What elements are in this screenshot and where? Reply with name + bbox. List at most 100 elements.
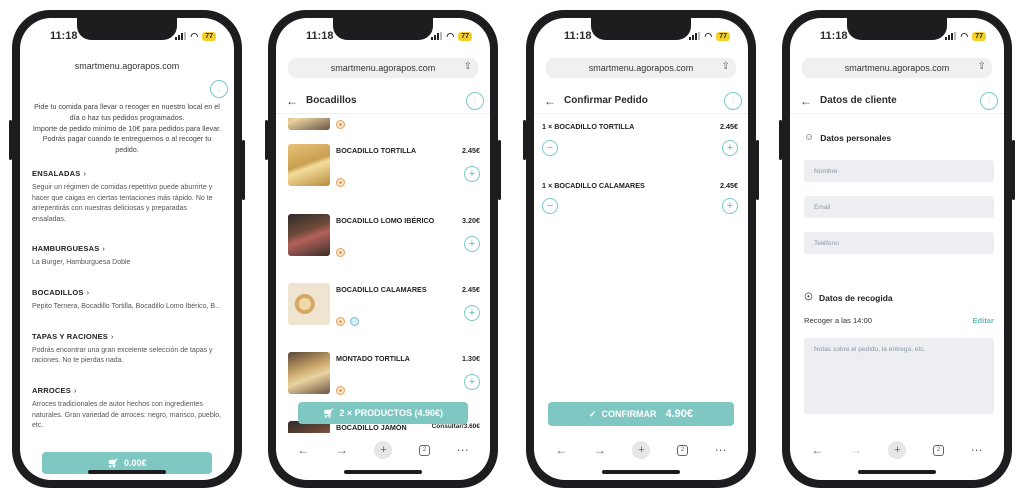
- allergen-icon: ●: [336, 386, 345, 395]
- signal-icon: [945, 32, 957, 40]
- add-icon[interactable]: +: [464, 374, 480, 390]
- location-pin-icon: ☉: [804, 292, 813, 303]
- category-desc: Arroces tradicionales de autor hechos co…: [32, 401, 222, 430]
- product-image: [288, 118, 330, 130]
- new-tab-icon[interactable]: +: [888, 441, 907, 459]
- allergen-icon: ●: [336, 120, 345, 129]
- filter-icon[interactable]: ⫶: [724, 92, 742, 110]
- screen: 11:18 ◠ 77 smartmenu.agorapos.com ⇪ ← Da…: [790, 18, 1004, 480]
- tabs-icon[interactable]: 2: [419, 444, 431, 456]
- wifi-icon: ◠: [190, 30, 199, 41]
- browser-toolbar: ← → + 2 ⋯: [790, 438, 1004, 462]
- home-indicator: [344, 470, 422, 474]
- add-icon[interactable]: +: [464, 236, 480, 252]
- back-icon[interactable]: ←: [555, 443, 567, 457]
- share-icon[interactable]: ⇪: [978, 61, 986, 72]
- add-icon[interactable]: +: [464, 305, 480, 321]
- back-arrow-icon[interactable]: ←: [544, 94, 556, 108]
- address-bar[interactable]: smartmenu.agorapos.com ⇪: [546, 58, 736, 78]
- wifi-icon: ◠: [704, 30, 713, 41]
- phone-field[interactable]: Teléfono: [804, 232, 994, 254]
- filter-icon[interactable]: ⫶: [466, 92, 484, 110]
- allergen-fish-icon: [350, 317, 359, 326]
- tabs-icon[interactable]: 2: [677, 444, 689, 456]
- home-indicator: [602, 470, 680, 474]
- category-hamburguesas[interactable]: HAMBURGUESAS › La Burger, Hamburguesa Dob…: [20, 243, 234, 269]
- home-indicator: [88, 470, 166, 474]
- category-desc: Pepito Ternera, Bocadillo Tortilla, Boca…: [32, 303, 221, 311]
- notch: [333, 18, 433, 40]
- product-name: BOCADILLO JAMÓN: [336, 423, 407, 432]
- plus-icon[interactable]: +: [722, 198, 738, 214]
- order-line-label: 1 × BOCADILLO TORTILLA: [542, 122, 635, 131]
- more-icon[interactable]: ⋯: [971, 443, 983, 457]
- minus-icon[interactable]: −: [542, 140, 558, 156]
- email-field[interactable]: Email: [804, 196, 994, 218]
- forward-icon[interactable]: →: [594, 443, 606, 457]
- minus-icon[interactable]: −: [542, 198, 558, 214]
- menu-content: Pide tu comida para llevar o recoger en …: [20, 102, 234, 432]
- category-arroces[interactable]: ARROCES › Arroces tradicionales de autor …: [20, 385, 234, 432]
- chevron-right-icon: ›: [102, 244, 106, 254]
- new-tab-icon[interactable]: +: [632, 441, 651, 459]
- product-item[interactable]: BOCADILLO TORTILLA 2.45€ ● +: [288, 144, 480, 204]
- url-text: smartmenu.agorapos.com: [844, 63, 950, 73]
- tabs-icon[interactable]: 2: [933, 444, 945, 456]
- page-title: Bocadillos: [306, 95, 357, 106]
- status-time: 11:18: [306, 30, 334, 42]
- cart-icon: 🛒︎: [322, 407, 335, 418]
- name-field[interactable]: Nombre: [804, 160, 994, 182]
- product-image: [288, 144, 330, 186]
- more-icon[interactable]: ⋯: [457, 443, 469, 457]
- more-icon[interactable]: ⋯: [715, 443, 727, 457]
- category-desc: La Burger, Hamburguesa Doble: [32, 259, 131, 267]
- new-tab-icon[interactable]: +: [374, 441, 393, 459]
- address-bar[interactable]: smartmenu.agorapos.com ⇪: [288, 58, 478, 78]
- browser-toolbar: ← → + 2 ⋯: [276, 438, 490, 462]
- share-icon[interactable]: ⇪: [722, 61, 730, 72]
- order-line: 1 × BOCADILLO TORTILLA 2.45€: [542, 122, 738, 131]
- wifi-icon: ◠: [446, 30, 455, 41]
- category-ensaladas[interactable]: ENSALADAS › Seguir un régimen de comidas …: [20, 168, 234, 225]
- product-item[interactable]: BOCADILLO CALAMARES 2.45€ ● +: [288, 283, 480, 343]
- notes-textarea[interactable]: Notas sobre el pedido, la entrega, etc.: [804, 338, 994, 414]
- notch: [591, 18, 691, 40]
- category-desc: Seguir un régimen de comidas repetitivo …: [32, 184, 213, 223]
- confirm-button[interactable]: ✓ CONFIRMAR 4.90€: [548, 402, 734, 426]
- url-text: smartmenu.agorapos.com: [330, 63, 436, 73]
- back-arrow-icon[interactable]: ←: [286, 94, 298, 108]
- product-item-partial: ●: [288, 118, 480, 130]
- back-icon[interactable]: ←: [297, 443, 309, 457]
- page-title: Confirmar Pedido: [564, 95, 648, 106]
- address-bar[interactable]: smartmenu.agorapos.com ⇪: [802, 58, 992, 78]
- cart-summary: 2 × PRODUCTOS (4.90€): [339, 408, 444, 418]
- status-time: 11:18: [50, 30, 78, 42]
- back-arrow-icon[interactable]: ←: [800, 94, 812, 108]
- status-time: 11:18: [820, 30, 848, 42]
- product-price: 2.45€: [462, 285, 480, 294]
- product-price: Consultar/3.60€: [431, 423, 480, 430]
- category-bocadillos[interactable]: BOCADILLOS › Pepito Ternera, Bocadillo To…: [20, 287, 234, 313]
- category-tapas[interactable]: TAPAS Y RACIONES › Podrás encontrar una g…: [20, 331, 234, 367]
- field-placeholder: Email: [814, 203, 831, 211]
- filter-icon[interactable]: ⫶: [210, 80, 228, 98]
- phone-menu: 11:18 ◠ 77 smartmenu.agorapos.com ⫶ Pide…: [9, 10, 245, 488]
- cart-button[interactable]: 🛒︎ 2 × PRODUCTOS (4.90€): [298, 402, 468, 424]
- product-item[interactable]: BOCADILLO LOMO IBÉRICO 3.20€ ● +: [288, 214, 480, 274]
- share-icon[interactable]: ⇪: [464, 61, 472, 72]
- category-title: ENSALADAS: [32, 168, 81, 178]
- order-line-label: 1 × BOCADILLO CALAMARES: [542, 181, 645, 190]
- back-icon[interactable]: ←: [811, 443, 823, 457]
- field-placeholder: Nombre: [814, 167, 838, 175]
- forward-icon[interactable]: →: [336, 443, 348, 457]
- home-indicator: [858, 470, 936, 474]
- forward-icon[interactable]: →: [850, 443, 862, 457]
- plus-icon[interactable]: +: [722, 140, 738, 156]
- product-price: 3.20€: [462, 216, 480, 225]
- chevron-right-icon: ›: [111, 331, 114, 341]
- edit-link[interactable]: Editar: [972, 316, 994, 325]
- address-bar[interactable]: smartmenu.agorapos.com: [32, 56, 222, 76]
- filter-icon[interactable]: ⫶: [980, 92, 998, 110]
- add-icon[interactable]: +: [464, 166, 480, 182]
- signal-icon: [175, 32, 187, 40]
